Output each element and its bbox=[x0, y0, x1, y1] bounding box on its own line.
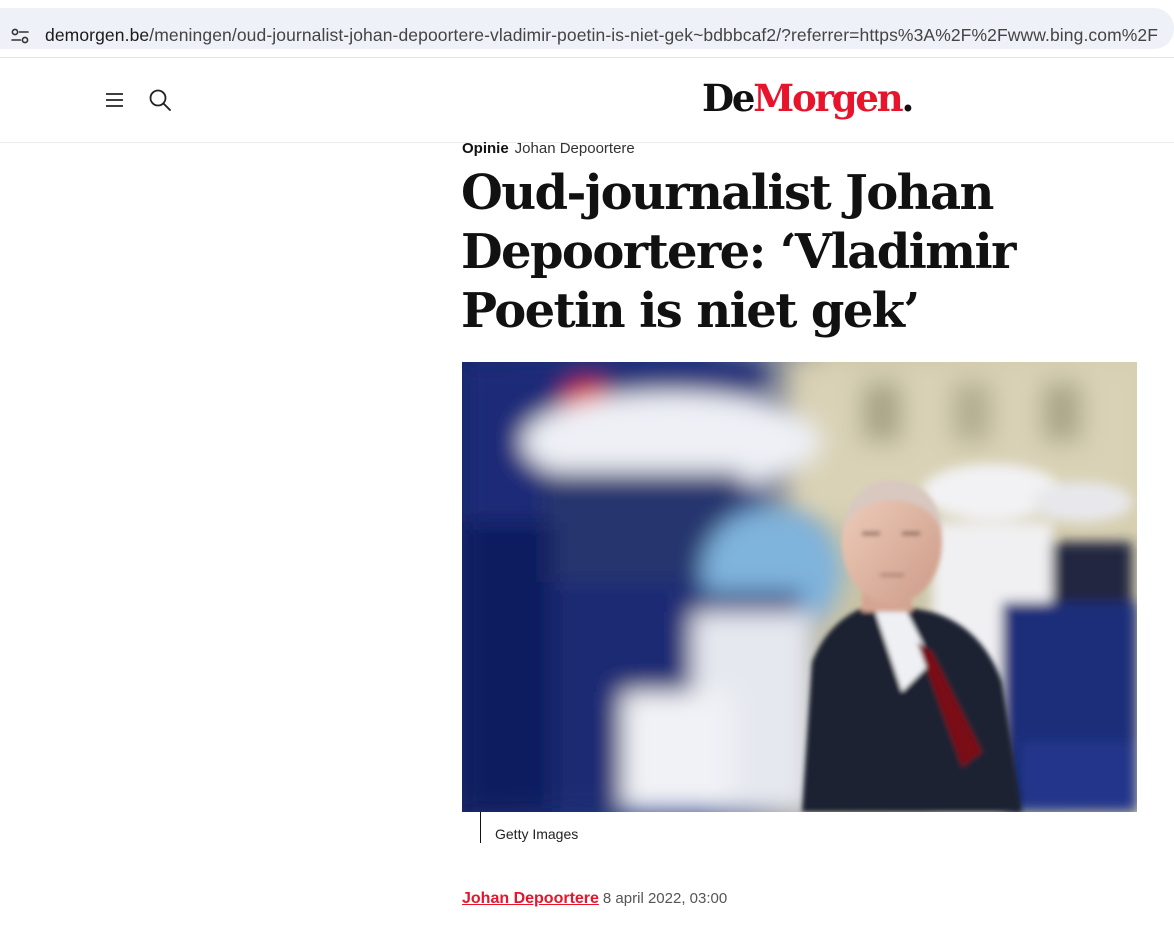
url-host: demorgen.be bbox=[45, 25, 150, 45]
logo-part-morgen: Morgen bbox=[753, 76, 903, 120]
byline-author-link[interactable]: Johan Depoortere bbox=[462, 890, 599, 907]
article-kicker: Opinie Johan Depoortere bbox=[462, 140, 635, 157]
browser-address-bar: demorgen.be/meningen/oud-journalist-joha… bbox=[0, 0, 1174, 58]
article-byline: Johan Depoortere 8 april 2022, 03:00 bbox=[462, 890, 727, 908]
site-header: DeMorgen. bbox=[0, 58, 1174, 143]
hero-photo bbox=[462, 362, 1137, 812]
section-label[interactable]: Opinie bbox=[462, 140, 509, 157]
publish-date: 8 april 2022, 03:00 bbox=[602, 890, 728, 907]
logo-part-de: De bbox=[702, 76, 755, 120]
kicker-author: Johan Depoortere bbox=[514, 140, 635, 157]
article-headline: Oud-journalist Johan Depoortere: ‘Vladim… bbox=[461, 165, 1016, 339]
image-caption: Getty Images bbox=[495, 826, 579, 842]
logo-dot: . bbox=[901, 76, 914, 120]
url-text[interactable]: demorgen.be/meningen/oud-journalist-joha… bbox=[45, 25, 1158, 46]
article-hero-image bbox=[462, 362, 1137, 812]
caption-divider bbox=[480, 812, 481, 843]
url-bar[interactable]: demorgen.be/meningen/oud-journalist-joha… bbox=[0, 8, 1174, 49]
url-path: /meningen/oud-journalist-johan-depoorter… bbox=[149, 25, 1159, 45]
hamburger-menu-icon[interactable] bbox=[104, 91, 126, 109]
tune-icon[interactable] bbox=[10, 26, 30, 46]
site-logo[interactable]: DeMorgen. bbox=[702, 76, 914, 120]
search-icon[interactable] bbox=[148, 88, 172, 112]
